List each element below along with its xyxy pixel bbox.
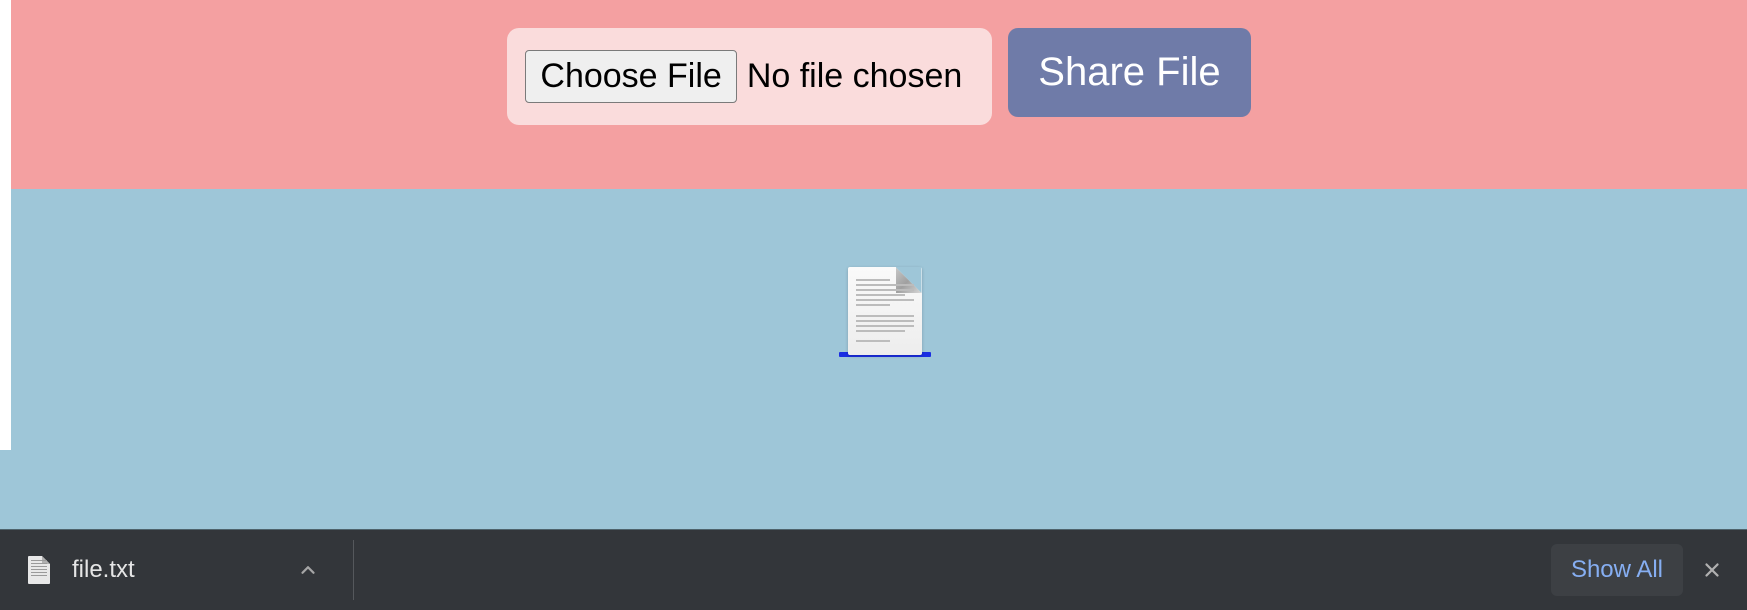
share-file-button[interactable]: Share File [1008,28,1250,117]
content-panel [11,189,1747,540]
downloads-bar: file.txt Show All [0,530,1747,610]
download-filename: file.txt [72,556,135,584]
page-left-edge [0,0,11,450]
upload-panel: Choose File No file chosen Share File [0,0,1747,189]
show-all-button[interactable]: Show All [1551,544,1683,596]
file-input-group: Choose File No file chosen [507,28,992,125]
document-preview[interactable] [839,267,931,357]
text-file-icon [28,556,50,584]
download-item[interactable]: file.txt [0,530,339,610]
divider [353,540,354,600]
close-icon[interactable] [1697,555,1727,585]
file-status-text: No file chosen [747,57,962,96]
chevron-up-icon[interactable] [297,559,319,581]
document-icon [848,267,922,355]
choose-file-button[interactable]: Choose File [525,50,736,103]
